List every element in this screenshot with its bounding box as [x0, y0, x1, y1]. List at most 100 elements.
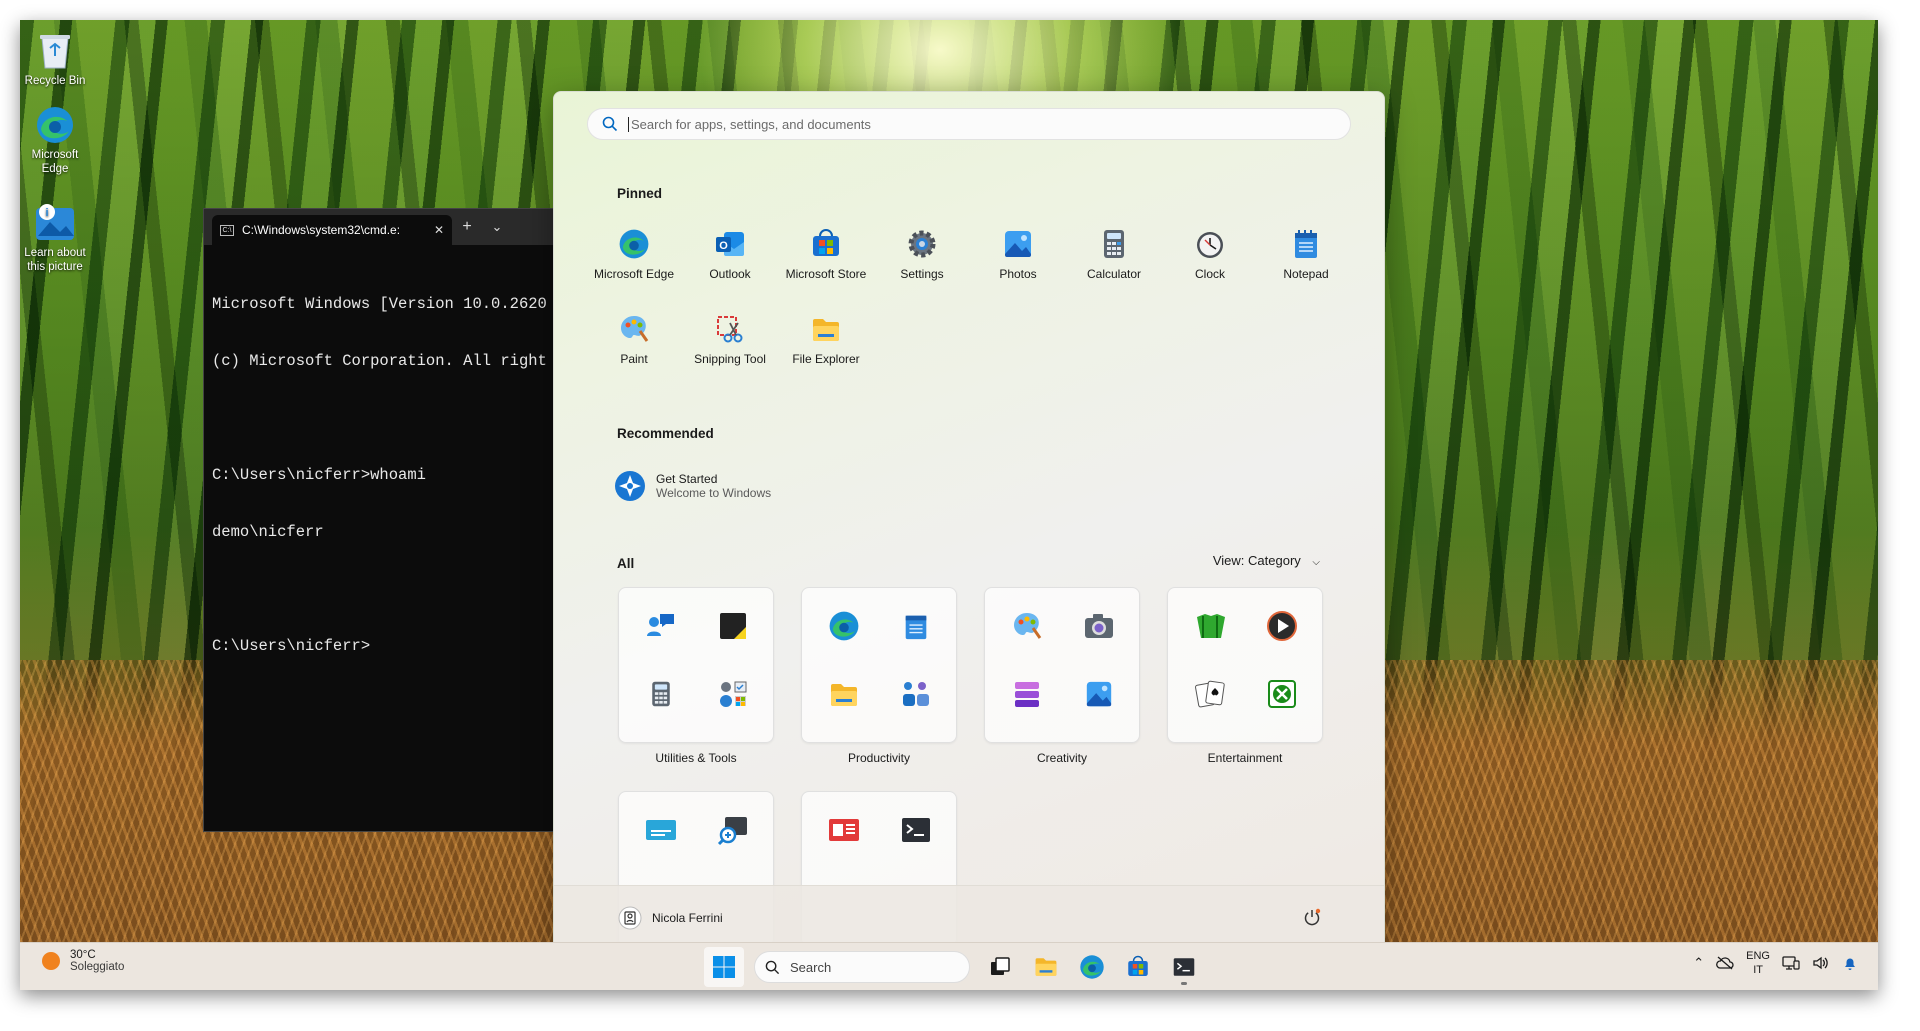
edge-icon: [826, 608, 862, 644]
category-entertainment[interactable]: [1167, 587, 1323, 743]
pinned-app-label: Microsoft Edge: [593, 267, 675, 281]
recommended-subtitle-text: Welcome to Windows: [656, 486, 772, 500]
cmd-icon: C:\: [220, 224, 234, 236]
chevron-down-icon: ⌵: [1312, 557, 1320, 568]
magnifier-icon: [715, 812, 751, 848]
show-hidden-icons-button[interactable]: ⌃: [1693, 955, 1704, 971]
volume-icon[interactable]: [1812, 955, 1830, 971]
get-started-icon: [615, 471, 645, 501]
all-apps-title: All: [617, 556, 635, 571]
clipchamp-icon: [1009, 676, 1045, 712]
terminal-tab-title: C:\Windows\system32\cmd.e:: [242, 223, 401, 237]
calculator-icon: [643, 676, 679, 712]
desktop-icon-recycle-bin[interactable]: Recycle Bin: [24, 30, 86, 88]
pinned-app-label: Calculator: [1086, 267, 1142, 281]
pinned-app-label: Snipping Tool: [694, 352, 766, 366]
network-icon[interactable]: [1782, 955, 1800, 971]
view-category-dropdown[interactable]: View: Category ⌵: [1213, 553, 1320, 568]
start-button[interactable]: [704, 947, 744, 987]
terminal-line: C:\Users\nicferr>whoami: [212, 466, 426, 484]
pinned-app-photos[interactable]: Photos: [970, 227, 1066, 281]
system-tray: ⌃ ENG IT: [1693, 949, 1858, 977]
new-tab-button[interactable]: +: [452, 218, 482, 236]
pinned-app-calculator[interactable]: Calculator: [1066, 227, 1162, 281]
store-icon: [809, 227, 843, 261]
cloud-off-icon[interactable]: [1716, 955, 1734, 971]
start-search-box[interactable]: [587, 108, 1351, 140]
taskbar-terminal[interactable]: [1164, 947, 1204, 987]
taskbar-edge[interactable]: [1072, 947, 1112, 987]
pinned-app-paint[interactable]: Paint: [586, 312, 682, 366]
weather-widget[interactable]: 30°C Soleggiato: [40, 949, 124, 973]
pinned-app-store[interactable]: Microsoft Store: [778, 227, 874, 281]
pinned-app-settings[interactable]: Settings: [874, 227, 970, 281]
pinned-title: Pinned: [617, 186, 663, 201]
language-indicator[interactable]: ENG IT: [1746, 949, 1770, 977]
pinned-app-label: Settings: [900, 267, 944, 281]
learn-about-picture-icon: i: [34, 202, 76, 244]
taskbar-file-explorer[interactable]: [1026, 947, 1066, 987]
desktop-icon-label: Learn about this picture: [24, 247, 86, 273]
view-category-label: View: Category: [1212, 553, 1301, 568]
store-icon: [1128, 955, 1148, 976]
pinned-app-file-explorer[interactable]: File Explorer: [778, 312, 874, 366]
language-bottom: IT: [1753, 964, 1763, 976]
category-creativity[interactable]: [984, 587, 1140, 743]
pinned-app-snipping-tool[interactable]: Snipping Tool: [682, 312, 778, 366]
category-label: Creativity: [1036, 751, 1087, 765]
notepad-icon: [898, 608, 934, 644]
close-tab-icon[interactable]: ✕: [434, 223, 444, 237]
folder-icon: [1035, 958, 1057, 976]
category-productivity[interactable]: [801, 587, 957, 743]
running-indicator: [1181, 982, 1187, 985]
edge-icon: [1080, 955, 1104, 979]
category-utilities-tools[interactable]: [618, 587, 774, 743]
language-top: ENG: [1746, 950, 1770, 962]
pinned-app-label: Notepad: [1283, 267, 1329, 281]
desktop-icon-learn-about-picture[interactable]: i Learn about this picture: [24, 202, 86, 274]
taskbar-center: Search: [704, 947, 1204, 987]
start-search-input[interactable]: [628, 116, 1308, 132]
terminal-tab-bar: C:\ C:\Windows\system32\cmd.e: ✕ + ⌄: [204, 209, 562, 245]
pinned-app-edge[interactable]: Microsoft Edge: [586, 227, 682, 281]
get-help-icon: [643, 608, 679, 644]
power-button[interactable]: [1302, 908, 1322, 933]
pinned-app-notepad[interactable]: Notepad: [1258, 227, 1354, 281]
svg-text:i: i: [45, 207, 48, 219]
tab-dropdown-button[interactable]: ⌄: [482, 219, 512, 235]
gear-icon: [905, 227, 939, 261]
pinned-app-clock[interactable]: Clock: [1162, 227, 1258, 281]
terminal-tab[interactable]: C:\ C:\Windows\system32\cmd.e: ✕: [212, 215, 452, 245]
user-avatar-icon: [618, 906, 642, 930]
pinned-app-outlook[interactable]: O Outlook: [682, 227, 778, 281]
sticky-notes-icon: [715, 608, 751, 644]
terminal-line: (c) Microsoft Corporation. All right: [212, 352, 547, 370]
weather-temperature: 30°C: [70, 949, 96, 961]
terminal-icon: [898, 812, 934, 848]
user-account-button[interactable]: Nicola Ferrini: [618, 906, 723, 930]
xbox-icon: [1264, 676, 1300, 712]
recycle-bin-icon: [34, 30, 76, 72]
clock-icon: [1193, 227, 1227, 261]
taskbar-store[interactable]: [1118, 947, 1158, 987]
search-icon: [765, 960, 780, 974]
outlook-icon: O: [713, 227, 747, 261]
taskbar-search[interactable]: Search: [754, 951, 970, 983]
pinned-app-label: Clock: [1194, 267, 1225, 281]
recommended-item-get-started[interactable]: Get Started Welcome to Windows: [614, 470, 771, 502]
desktop-icon-edge[interactable]: Microsoft Edge: [24, 104, 86, 176]
pinned-app-label: File Explorer: [792, 352, 860, 366]
taskbar-search-label: Search: [790, 959, 832, 975]
pinned-app-label: Photos: [999, 267, 1037, 281]
notification-bell-icon[interactable]: [1842, 955, 1858, 971]
photos-icon: [1081, 676, 1117, 712]
terminal-output[interactable]: Microsoft Windows [Version 10.0.2620 (c)…: [204, 245, 562, 706]
edge-icon: [34, 104, 76, 146]
snipping-tool-icon: [713, 312, 747, 346]
task-view-button[interactable]: [980, 947, 1020, 987]
taskbar: 30°C Soleggiato Search ⌃ ENG IT: [20, 942, 1878, 990]
start-menu-footer: Nicola Ferrini: [554, 885, 1384, 949]
category-label: Entertainment: [1207, 751, 1283, 765]
terminal-window[interactable]: C:\ C:\Windows\system32\cmd.e: ✕ + ⌄ Mic…: [203, 208, 563, 832]
